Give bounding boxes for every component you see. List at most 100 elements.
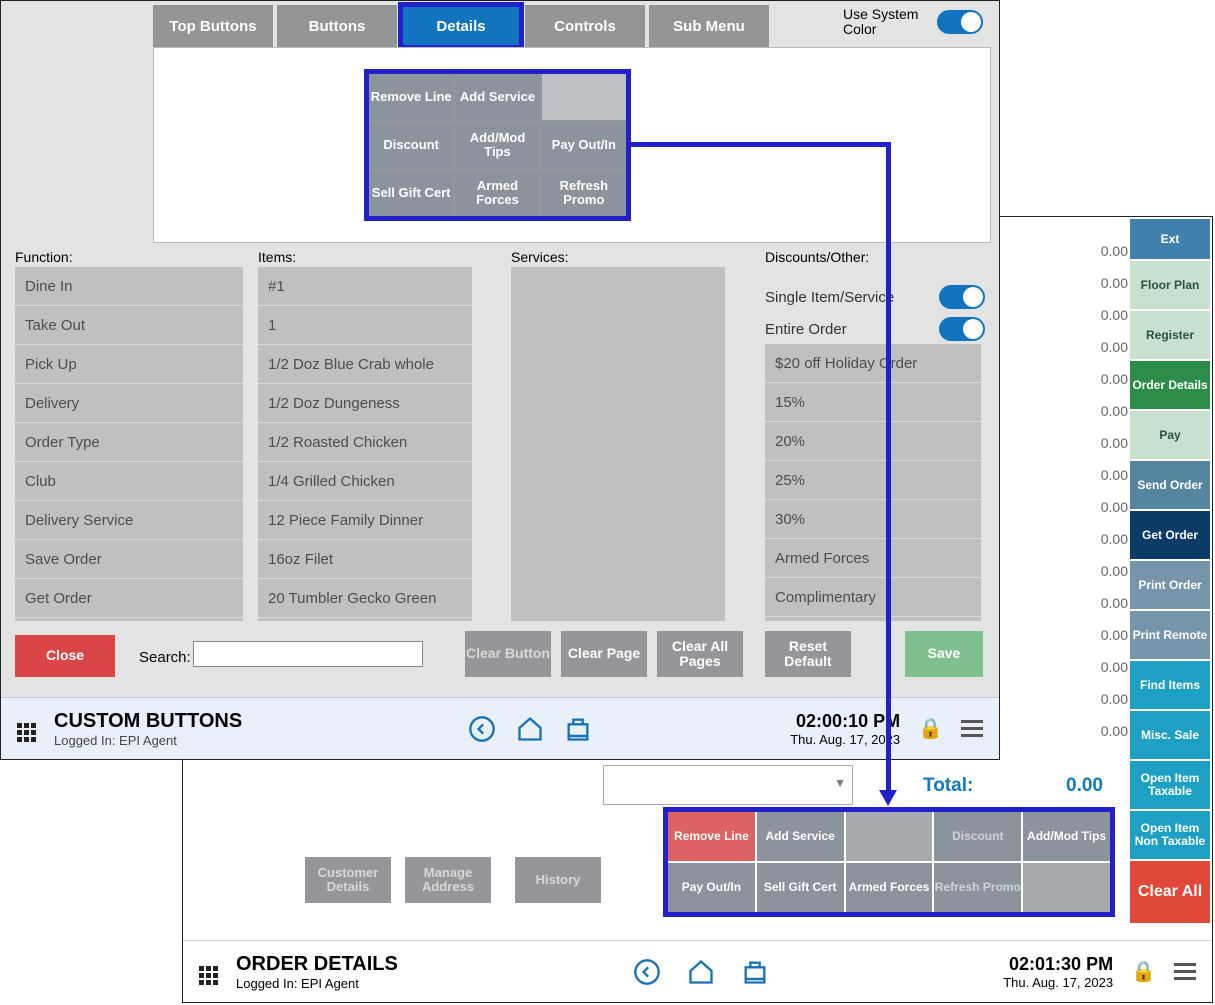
rail-print-order[interactable]: Print Order bbox=[1130, 561, 1210, 609]
list-item[interactable]: Save Order bbox=[15, 540, 243, 579]
list-item[interactable]: 1/2 Roasted Chicken bbox=[258, 423, 472, 462]
grid-add-service[interactable]: Add Service bbox=[455, 74, 539, 120]
list-item[interactable]: Complimentary bbox=[765, 578, 981, 617]
list-item[interactable]: Dine In bbox=[15, 267, 243, 306]
apps-icon[interactable] bbox=[199, 958, 218, 985]
register-icon[interactable] bbox=[741, 958, 769, 986]
grid-sell-gift-cert[interactable]: Sell Gift Cert bbox=[369, 170, 453, 216]
list-item[interactable]: Armed Forces bbox=[765, 539, 981, 578]
list-item[interactable]: Delivery Service bbox=[15, 501, 243, 540]
totals-column: 0.00 0.00 0.00 0.00 0.00 0.00 0.00 0.00 … bbox=[1058, 235, 1128, 747]
discount-button[interactable]: Discount bbox=[934, 812, 1021, 861]
apps-icon[interactable] bbox=[17, 715, 36, 742]
use-system-color-toggle[interactable] bbox=[937, 10, 983, 34]
search-input[interactable] bbox=[193, 641, 423, 667]
list-item[interactable]: $20 off Holiday Order bbox=[765, 344, 981, 383]
services-list[interactable] bbox=[511, 267, 725, 621]
list-item[interactable]: Delivery bbox=[15, 384, 243, 423]
time: 02:00:10 PM bbox=[790, 711, 900, 732]
list-item[interactable]: 1 bbox=[258, 306, 472, 345]
logged-in-label: Logged In: EPI Agent bbox=[54, 733, 242, 748]
tab-buttons[interactable]: Buttons bbox=[277, 5, 397, 47]
clear-button-button[interactable]: Clear Button bbox=[465, 631, 551, 677]
money-row: 0.00 bbox=[1058, 395, 1128, 427]
menu-icon[interactable] bbox=[961, 720, 983, 737]
rail-send-order[interactable]: Send Order bbox=[1130, 461, 1210, 509]
lock-icon[interactable]: 🔒 bbox=[1131, 959, 1156, 984]
rail-register[interactable]: Register bbox=[1130, 311, 1210, 359]
grid-discount[interactable]: Discount bbox=[369, 122, 453, 168]
list-item[interactable]: Club bbox=[15, 462, 243, 501]
save-button[interactable]: Save bbox=[905, 631, 983, 677]
list-item[interactable]: 1/2 Doz Blue Crab whole bbox=[258, 345, 472, 384]
armed-forces-button[interactable]: Armed Forces bbox=[846, 863, 933, 912]
home-icon[interactable] bbox=[516, 715, 544, 743]
list-item[interactable]: 16oz Filet bbox=[258, 540, 472, 579]
history-button[interactable]: History bbox=[515, 857, 601, 903]
list-item[interactable]: 12 Piece Family Dinner bbox=[258, 501, 472, 540]
list-item[interactable]: 20% bbox=[765, 422, 981, 461]
home-icon[interactable] bbox=[687, 958, 715, 986]
add-mod-tips-button[interactable]: Add/Mod Tips bbox=[1023, 812, 1110, 861]
refresh-promo-button[interactable]: Refresh Promo bbox=[934, 863, 1021, 912]
rail-get-order[interactable]: Get Order bbox=[1130, 511, 1210, 559]
lock-icon[interactable]: 🔒 bbox=[918, 716, 943, 741]
search-label: Search: bbox=[139, 649, 191, 666]
single-item-toggle[interactable] bbox=[939, 285, 985, 309]
grid-pay-out-in[interactable]: Pay Out/In bbox=[542, 122, 626, 168]
pay-out-in-button[interactable]: Pay Out/In bbox=[668, 863, 755, 912]
grid-empty[interactable] bbox=[542, 74, 626, 120]
rail-open-item-taxable[interactable]: Open Item Taxable bbox=[1130, 761, 1210, 809]
empty-cell bbox=[1023, 863, 1110, 912]
function-list[interactable]: Dine In Take Out Pick Up Delivery Order … bbox=[15, 267, 243, 621]
screen-title: CUSTOM BUTTONS bbox=[54, 710, 242, 733]
back-icon[interactable] bbox=[468, 715, 496, 743]
clear-page-button[interactable]: Clear Page bbox=[561, 631, 647, 677]
rail-open-item-non-taxable[interactable]: Open Item Non Taxable bbox=[1130, 811, 1210, 859]
add-service-button[interactable]: Add Service bbox=[757, 812, 844, 861]
rail-misc-sale[interactable]: Misc. Sale bbox=[1130, 711, 1210, 759]
tab-sub-menu[interactable]: Sub Menu bbox=[649, 5, 769, 47]
tab-top-buttons[interactable]: Top Buttons bbox=[153, 5, 273, 47]
back-icon[interactable] bbox=[633, 958, 661, 986]
items-list[interactable]: #1 1 1/2 Doz Blue Crab whole 1/2 Doz Dun… bbox=[258, 267, 472, 621]
items-label: Items: bbox=[258, 249, 296, 265]
customer-details-button[interactable]: Customer Details bbox=[305, 857, 391, 903]
sell-gift-cert-button[interactable]: Sell Gift Cert bbox=[757, 863, 844, 912]
discounts-list[interactable]: $20 off Holiday Order 15% 20% 25% 30% Ar… bbox=[765, 344, 981, 621]
rail-order-details[interactable]: Order Details bbox=[1130, 361, 1210, 409]
list-item[interactable]: 30% bbox=[765, 500, 981, 539]
time-block: 02:01:30 PM Thu. Aug. 17, 2023 bbox=[1003, 954, 1113, 990]
register-icon[interactable] bbox=[564, 715, 592, 743]
grid-refresh-promo[interactable]: Refresh Promo bbox=[542, 170, 626, 216]
reset-default-button[interactable]: Reset Default bbox=[765, 631, 851, 677]
rail-ext[interactable]: Ext bbox=[1130, 219, 1210, 259]
list-item[interactable]: 1/2 Doz Dungeness bbox=[258, 384, 472, 423]
close-button[interactable]: Close bbox=[15, 635, 115, 677]
grid-add-mod-tips[interactable]: Add/Mod Tips bbox=[455, 122, 539, 168]
rail-floor-plan[interactable]: Floor Plan bbox=[1130, 261, 1210, 309]
list-item[interactable]: Pick Up bbox=[15, 345, 243, 384]
remove-line-button[interactable]: Remove Line bbox=[668, 812, 755, 861]
entire-order-toggle[interactable] bbox=[939, 317, 985, 341]
menu-icon[interactable] bbox=[1174, 963, 1196, 980]
manage-address-button[interactable]: Manage Address bbox=[405, 857, 491, 903]
list-item[interactable]: Order Type bbox=[15, 423, 243, 462]
list-item[interactable]: 20 Tumbler Gecko Green bbox=[258, 579, 472, 618]
rail-clear-all[interactable]: Clear All bbox=[1130, 861, 1210, 923]
list-item[interactable]: Get Order bbox=[15, 579, 243, 618]
rail-pay[interactable]: Pay bbox=[1130, 411, 1210, 459]
list-item[interactable]: 25% bbox=[765, 461, 981, 500]
list-item[interactable]: 15% bbox=[765, 383, 981, 422]
grid-armed-forces[interactable]: Armed Forces bbox=[455, 170, 539, 216]
tab-details[interactable]: Details bbox=[401, 5, 521, 47]
list-item[interactable]: Take Out bbox=[15, 306, 243, 345]
rail-print-remote[interactable]: Print Remote bbox=[1130, 611, 1210, 659]
list-item[interactable]: #1 bbox=[258, 267, 472, 306]
rail-find-items[interactable]: Find Items bbox=[1130, 661, 1210, 709]
grid-remove-line[interactable]: Remove Line bbox=[369, 74, 453, 120]
list-item[interactable]: 1/4 Grilled Chicken bbox=[258, 462, 472, 501]
order-input[interactable] bbox=[603, 765, 853, 805]
tab-controls[interactable]: Controls bbox=[525, 5, 645, 47]
clear-all-pages-button[interactable]: Clear All Pages bbox=[657, 631, 743, 677]
